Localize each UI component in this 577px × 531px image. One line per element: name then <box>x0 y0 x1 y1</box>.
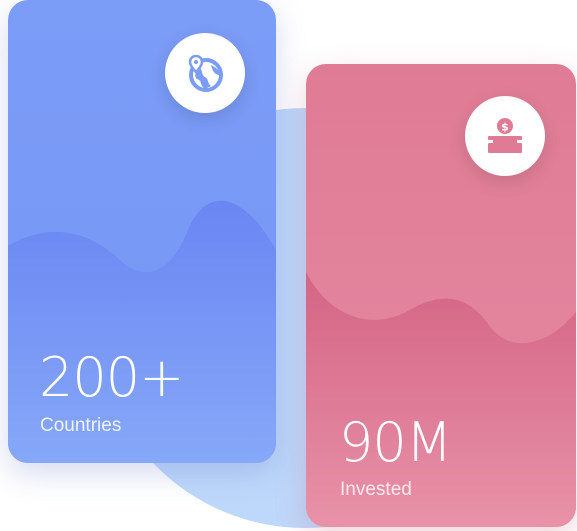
donation-box-icon: $ <box>488 118 522 153</box>
invested-card: $ 90M Invested <box>306 64 576 527</box>
countries-label: Countries <box>40 415 122 436</box>
globe-icon-button <box>165 33 245 113</box>
globe-location-icon <box>188 54 223 92</box>
invested-value: 90M <box>339 411 452 474</box>
svg-text:$: $ <box>501 121 509 134</box>
countries-value: 200+ <box>39 346 184 409</box>
countries-card: 200+ Countries <box>8 0 276 463</box>
stats-showcase: 200+ Countries $ 90M Invested <box>0 0 577 531</box>
invested-label: Invested <box>340 479 412 500</box>
donation-icon-button: $ <box>465 96 545 176</box>
